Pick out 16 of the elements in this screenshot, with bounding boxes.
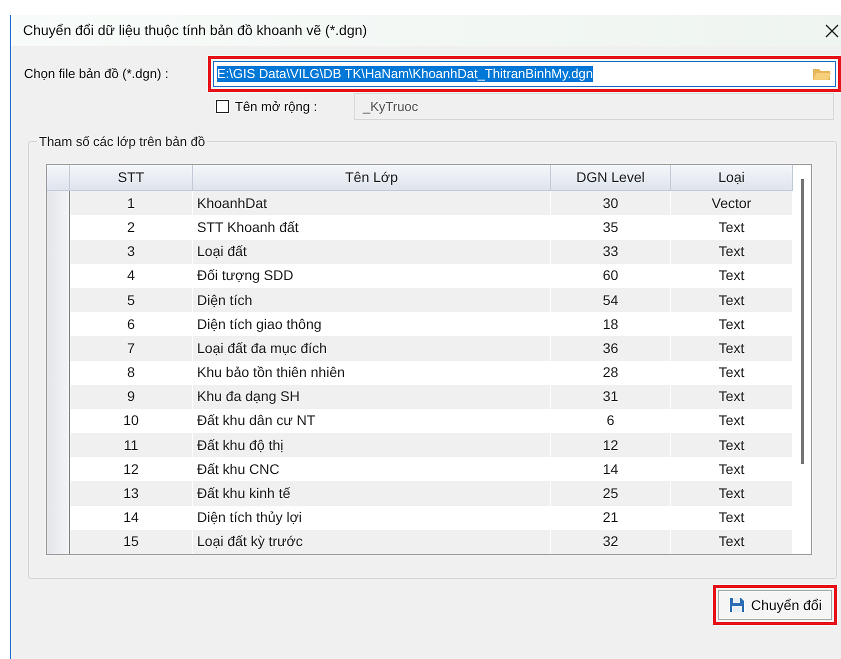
field-label: Chọn file bản đồ (*.dgn) : (24, 65, 170, 84)
folder-icon[interactable] (812, 66, 832, 82)
close-icon[interactable] (825, 24, 839, 38)
table-cell: 15 (70, 530, 193, 554)
checkbox[interactable] (216, 100, 229, 113)
table-cell: Loại đất kỳ trước (193, 530, 551, 554)
row-header[interactable] (47, 530, 70, 554)
window-title: Chuyển đổi dữ liệu thuộc tính bản đồ khoanh vẽ (*.dgn) (23, 21, 368, 40)
scrollbar[interactable] (793, 165, 811, 554)
table-cell: 32 (551, 530, 671, 554)
checkbox-label: Tên mở rộng : (235, 98, 318, 116)
save-icon (729, 597, 745, 613)
file-path-field[interactable]: E:\GIS Data\VILG\DB TK\HaNam\KhoanhDat_ThitranBinhMy.dgn (213, 61, 836, 87)
convert-button[interactable]: Chuyển đổi (718, 590, 832, 620)
extension-field[interactable]: _KyTruoc (354, 93, 834, 120)
row-header[interactable] (47, 191, 70, 216)
